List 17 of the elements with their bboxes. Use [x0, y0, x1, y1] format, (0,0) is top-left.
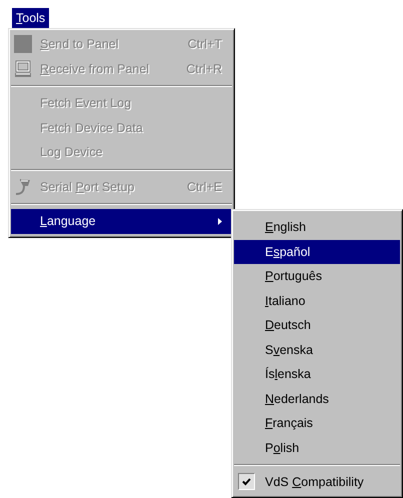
square-icon: [14, 35, 32, 54]
language-menu-item[interactable]: Language: [11, 209, 232, 234]
language-menu-item[interactable]: Íslenska: [234, 362, 400, 386]
tools-menu-title[interactable]: Tools: [12, 8, 50, 28]
cable-icon: [14, 178, 32, 196]
language-menu-item[interactable]: Português: [234, 264, 400, 288]
language-menu-item[interactable]: VdS Compatibility: [234, 470, 400, 494]
submenu-arrow-icon: [218, 218, 222, 225]
language-menu-item[interactable]: Deutsch: [234, 313, 400, 338]
language-menu-item[interactable]: Polish: [234, 436, 400, 460]
language-menu-item[interactable]: English: [234, 215, 400, 240]
language-menu-item[interactable]: Italiano: [234, 288, 400, 313]
language-menu-item[interactable]: Français: [234, 411, 400, 436]
language-menu-item[interactable]: Español: [234, 240, 400, 264]
computer-icon: [14, 60, 32, 78]
language-menu-item[interactable]: Svenska: [234, 338, 400, 362]
language-menu-item[interactable]: Nederlands: [234, 386, 400, 411]
